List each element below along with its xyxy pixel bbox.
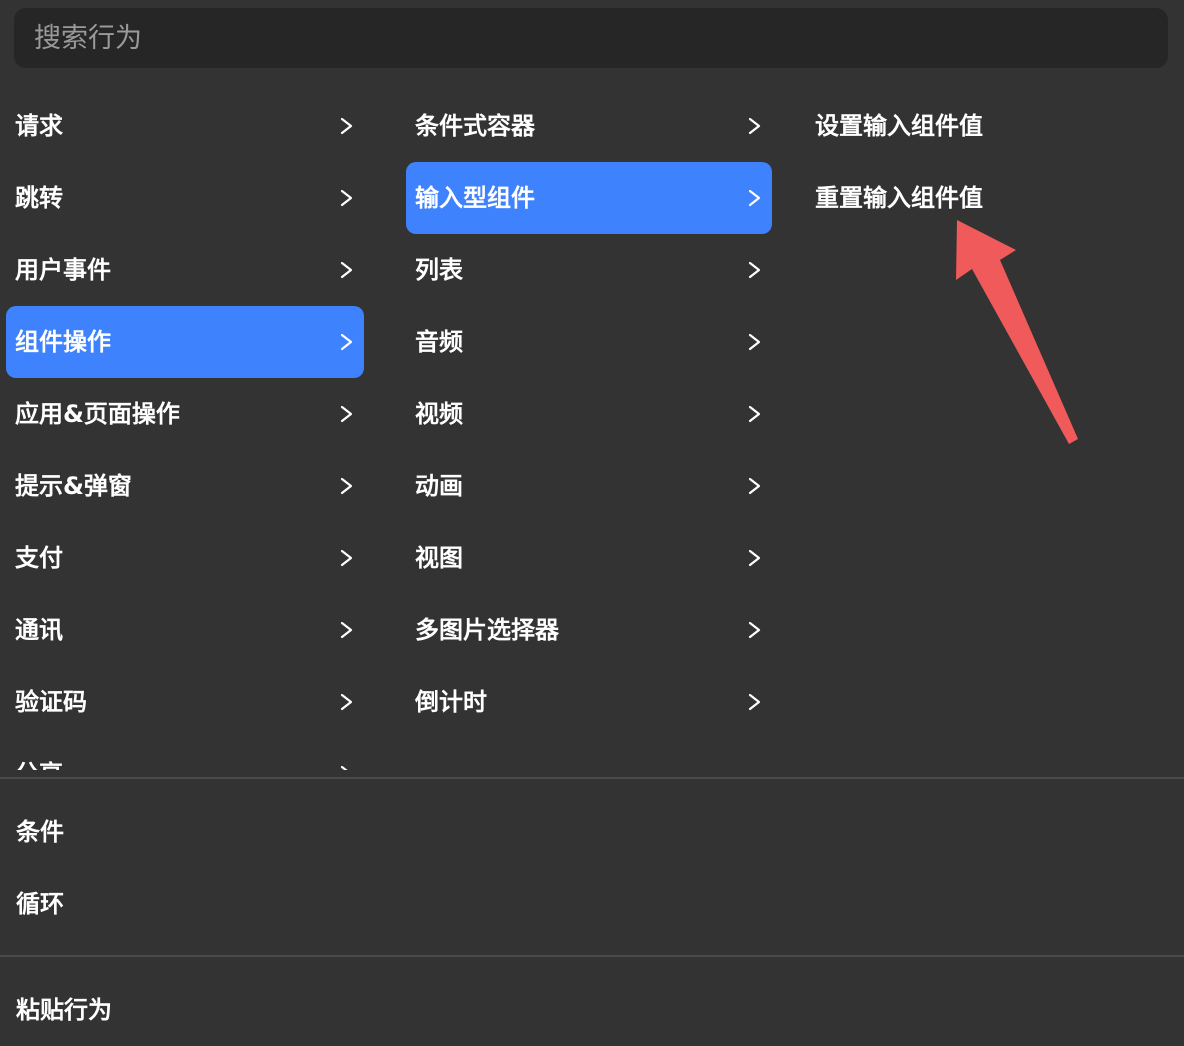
category-item-app-page-ops[interactable]: 应用&页面操作 — [6, 378, 364, 450]
category-item-navigate[interactable]: 跳转 — [6, 162, 364, 234]
chevron-right-icon — [340, 549, 353, 567]
subcategory-item-countdown[interactable]: 倒计时 — [406, 666, 772, 738]
loop-item[interactable]: 循环 — [16, 868, 64, 940]
category-item-tips-popups[interactable]: 提示&弹窗 — [6, 450, 364, 522]
chevron-right-icon — [748, 693, 761, 711]
action-label: 设置输入组件值 — [815, 112, 983, 140]
action-item-reset-input-value[interactable]: 重置输入组件值 — [806, 162, 1166, 234]
chevron-right-icon — [748, 621, 761, 639]
subcategory-item-video[interactable]: 视频 — [406, 378, 772, 450]
category-label: 应用&页面操作 — [15, 400, 180, 428]
subcategory-label: 音频 — [415, 328, 463, 356]
category-label: 分享 — [15, 738, 63, 770]
action-menu: 请求 跳转 用户事件 组件操作 应用&页面操作 提示&弹窗 支付 通讯 验证码 … — [0, 90, 1184, 770]
subcategory-item-conditional-container[interactable]: 条件式容器 — [406, 90, 772, 162]
search-input[interactable] — [14, 8, 1168, 68]
subcategory-label: 条件式容器 — [415, 112, 535, 140]
category-label: 请求 — [15, 112, 63, 140]
category-label: 通讯 — [15, 616, 63, 644]
category-item-captcha[interactable]: 验证码 — [6, 666, 364, 738]
chevron-right-icon — [340, 189, 353, 207]
action-label: 重置输入组件值 — [815, 184, 983, 212]
chevron-right-icon — [340, 405, 353, 423]
category-label: 组件操作 — [15, 328, 111, 356]
chevron-right-icon — [748, 189, 761, 207]
category-label: 验证码 — [15, 688, 87, 716]
subcategory-label: 视图 — [415, 544, 463, 572]
chevron-right-icon — [340, 261, 353, 279]
search-box[interactable] — [14, 8, 1168, 68]
chevron-right-icon — [748, 261, 761, 279]
action-column: 设置输入组件值 重置输入组件值 — [806, 90, 1166, 234]
category-item-request[interactable]: 请求 — [6, 90, 364, 162]
subcategory-column: 条件式容器 输入型组件 列表 音频 视频 动画 视图 多图片选择器 倒计时 — [406, 90, 772, 738]
chevron-right-icon — [340, 693, 353, 711]
subcategory-item-list[interactable]: 列表 — [406, 234, 772, 306]
subcategory-item-audio[interactable]: 音频 — [406, 306, 772, 378]
subcategory-item-view[interactable]: 视图 — [406, 522, 772, 594]
chevron-right-icon — [748, 549, 761, 567]
chevron-right-icon — [340, 477, 353, 495]
category-label: 支付 — [15, 544, 63, 572]
chevron-right-icon — [340, 621, 353, 639]
subcategory-label: 列表 — [415, 256, 463, 284]
condition-item[interactable]: 条件 — [16, 796, 64, 868]
category-item-user-events[interactable]: 用户事件 — [6, 234, 364, 306]
subcategory-label: 输入型组件 — [415, 184, 535, 212]
category-label: 跳转 — [15, 184, 63, 212]
category-item-share[interactable]: 分享 — [6, 738, 364, 770]
category-label: 提示&弹窗 — [15, 472, 132, 500]
action-item-set-input-value[interactable]: 设置输入组件值 — [806, 90, 1166, 162]
chevron-right-icon — [748, 477, 761, 495]
divider — [0, 955, 1184, 957]
divider — [0, 777, 1184, 779]
chevron-right-icon — [340, 117, 353, 135]
subcategory-label: 多图片选择器 — [415, 616, 559, 644]
category-item-component-ops[interactable]: 组件操作 — [6, 306, 364, 378]
chevron-right-icon — [340, 333, 353, 351]
subcategory-label: 视频 — [415, 400, 463, 428]
paste-action-item[interactable]: 粘贴行为 — [16, 974, 112, 1046]
subcategory-item-multi-image-picker[interactable]: 多图片选择器 — [406, 594, 772, 666]
category-item-payment[interactable]: 支付 — [6, 522, 364, 594]
category-label: 用户事件 — [15, 256, 111, 284]
chevron-right-icon — [748, 333, 761, 351]
chevron-right-icon — [748, 405, 761, 423]
chevron-right-icon — [748, 117, 761, 135]
category-column: 请求 跳转 用户事件 组件操作 应用&页面操作 提示&弹窗 支付 通讯 验证码 — [6, 90, 364, 770]
subcategory-item-animation[interactable]: 动画 — [406, 450, 772, 522]
category-item-communication[interactable]: 通讯 — [6, 594, 364, 666]
chevron-right-icon — [340, 765, 348, 770]
subcategory-item-input-components[interactable]: 输入型组件 — [406, 162, 772, 234]
subcategory-label: 动画 — [415, 472, 463, 500]
subcategory-label: 倒计时 — [415, 688, 487, 716]
